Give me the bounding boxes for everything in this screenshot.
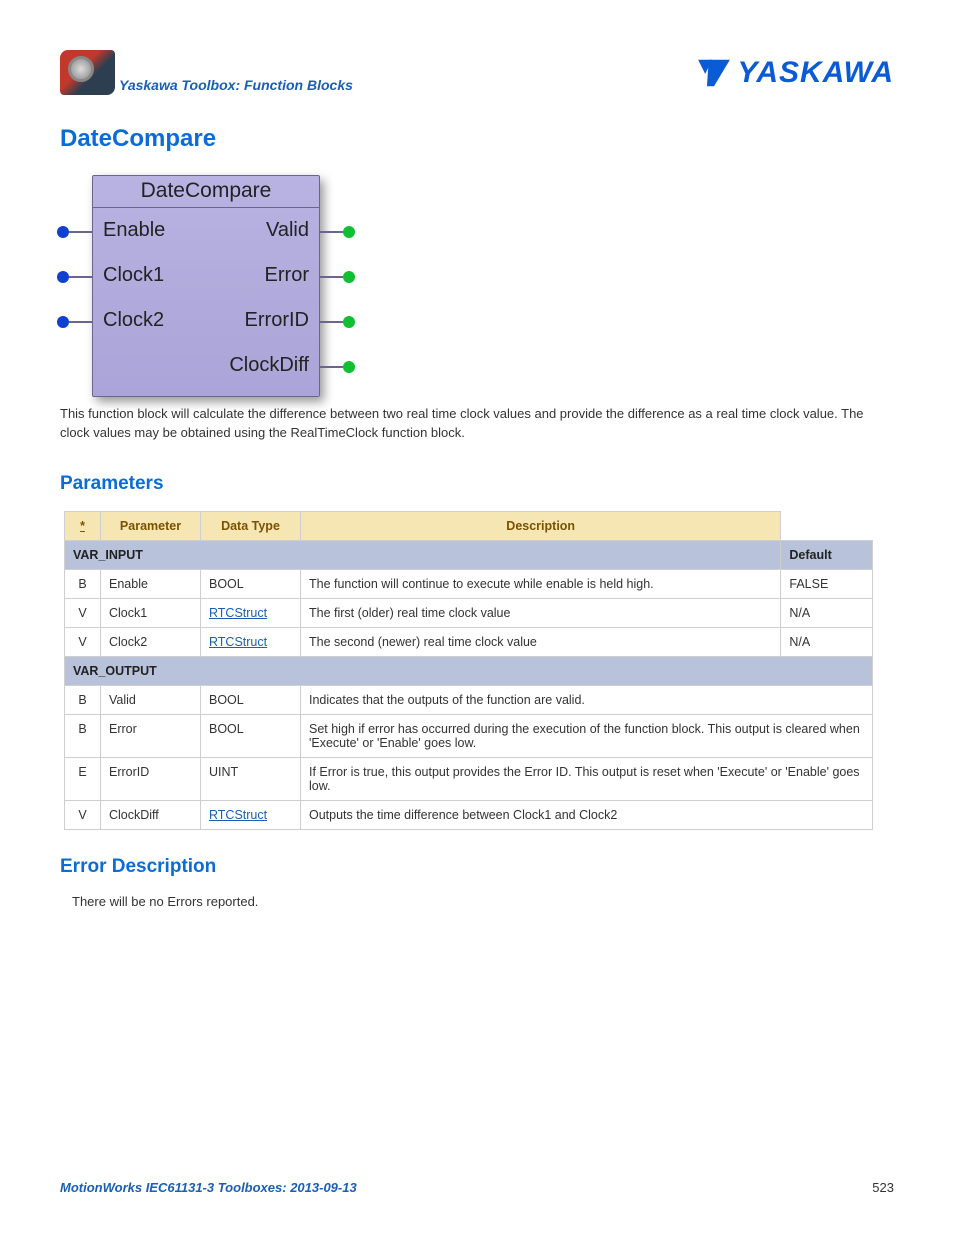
col-default: Default (781, 540, 873, 569)
parameters-table: * Parameter Data Type Description VAR_IN… (64, 511, 873, 830)
cell-default: FALSE (781, 569, 873, 598)
input-pin-icon (69, 231, 93, 233)
var-output-label: VAR_OUTPUT (65, 656, 873, 685)
product-logo-icon (60, 50, 115, 95)
cell-type: BOOL (201, 569, 301, 598)
cell-flag: B (65, 569, 101, 598)
parameters-heading: Parameters (60, 473, 894, 495)
table-row: VClockDiff RTCStruct Outputs the time diff… (65, 800, 873, 829)
yaskawa-mark-icon (696, 58, 732, 88)
brand-logo: YASKAWA (696, 56, 894, 90)
description-text: This function block will calculate the d… (60, 405, 894, 443)
fb-input: Clock1 (103, 264, 164, 287)
table-row: EErrorIDUINTIf Error is true, this outpu… (65, 757, 873, 800)
page-header: Yaskawa Toolbox: Function Blocks YASKAWA (60, 50, 894, 95)
cell-description: The function will continue to execute wh… (301, 569, 781, 598)
cell-parameter: Error (101, 714, 201, 757)
col-flag: * (80, 519, 85, 533)
cell-type: BOOL (201, 714, 301, 757)
cell-type: RTCStruct (201, 800, 301, 829)
cell-flag: B (65, 714, 101, 757)
cell-description: Set high if error has occurred during th… (301, 714, 873, 757)
table-row: BErrorBOOLSet high if error has occurred… (65, 714, 873, 757)
function-block-diagram: DateCompare Enable Valid Clock1 Error Cl… (92, 175, 894, 397)
cell-flag: V (65, 598, 101, 627)
fb-name: DateCompare (93, 176, 319, 208)
table-row: VClock1 RTCStruct The first (older) real t… (65, 598, 873, 627)
cell-description: Outputs the time difference between Cloc… (301, 800, 873, 829)
footer-title: MotionWorks IEC61131-3 Toolboxes: 2013-0… (60, 1180, 357, 1195)
page-number: 523 (872, 1180, 894, 1195)
type-link[interactable]: RTCStruct (209, 635, 267, 649)
cell-description: The second (newer) real time clock value (301, 627, 781, 656)
cell-default: N/A (781, 598, 873, 627)
output-pin-icon (319, 231, 343, 233)
error-desc-text: There will be no Errors reported. (72, 894, 894, 909)
cell-parameter: ClockDiff (101, 800, 201, 829)
col-parameter: Parameter (101, 511, 201, 540)
type-link[interactable]: RTCStruct (209, 808, 267, 822)
input-pin-icon (69, 276, 93, 278)
breadcrumb: Yaskawa Toolbox: Function Blocks (119, 77, 353, 95)
fb-output: ErrorID (245, 309, 309, 332)
brand-text: YASKAWA (738, 56, 894, 90)
col-datatype: Data Type (201, 511, 301, 540)
cell-description: Indicates that the outputs of the functi… (301, 685, 873, 714)
error-desc-heading: Error Description (60, 856, 894, 878)
cell-type: BOOL (201, 685, 301, 714)
cell-flag: B (65, 685, 101, 714)
fb-output: ClockDiff (229, 354, 309, 377)
cell-flag: V (65, 627, 101, 656)
cell-parameter: Clock2 (101, 627, 201, 656)
cell-description: The first (older) real time clock value (301, 598, 781, 627)
fb-output: Valid (266, 219, 309, 242)
cell-type: RTCStruct (201, 598, 301, 627)
fb-output: Error (265, 264, 309, 287)
output-pin-icon (319, 321, 343, 323)
cell-flag: E (65, 757, 101, 800)
cell-default: N/A (781, 627, 873, 656)
cell-parameter: Valid (101, 685, 201, 714)
type-link[interactable]: RTCStruct (209, 606, 267, 620)
table-row: BValidBOOLIndicates that the outputs of … (65, 685, 873, 714)
page-title: DateCompare (60, 125, 894, 153)
output-pin-icon (319, 366, 343, 368)
page-footer: MotionWorks IEC61131-3 Toolboxes: 2013-0… (60, 1180, 894, 1195)
fb-input: Clock2 (103, 309, 164, 332)
cell-parameter: Enable (101, 569, 201, 598)
cell-parameter: ErrorID (101, 757, 201, 800)
cell-flag: V (65, 800, 101, 829)
cell-parameter: Clock1 (101, 598, 201, 627)
cell-type: RTCStruct (201, 627, 301, 656)
var-input-label: VAR_INPUT (65, 540, 781, 569)
table-row: BEnableBOOLThe function will continue to… (65, 569, 873, 598)
fb-input: Enable (103, 219, 165, 242)
table-row: VClock2 RTCStruct The second (newer) real … (65, 627, 873, 656)
input-pin-icon (69, 321, 93, 323)
col-description: Description (301, 511, 781, 540)
cell-description: If Error is true, this output provides t… (301, 757, 873, 800)
output-pin-icon (319, 276, 343, 278)
cell-type: UINT (201, 757, 301, 800)
